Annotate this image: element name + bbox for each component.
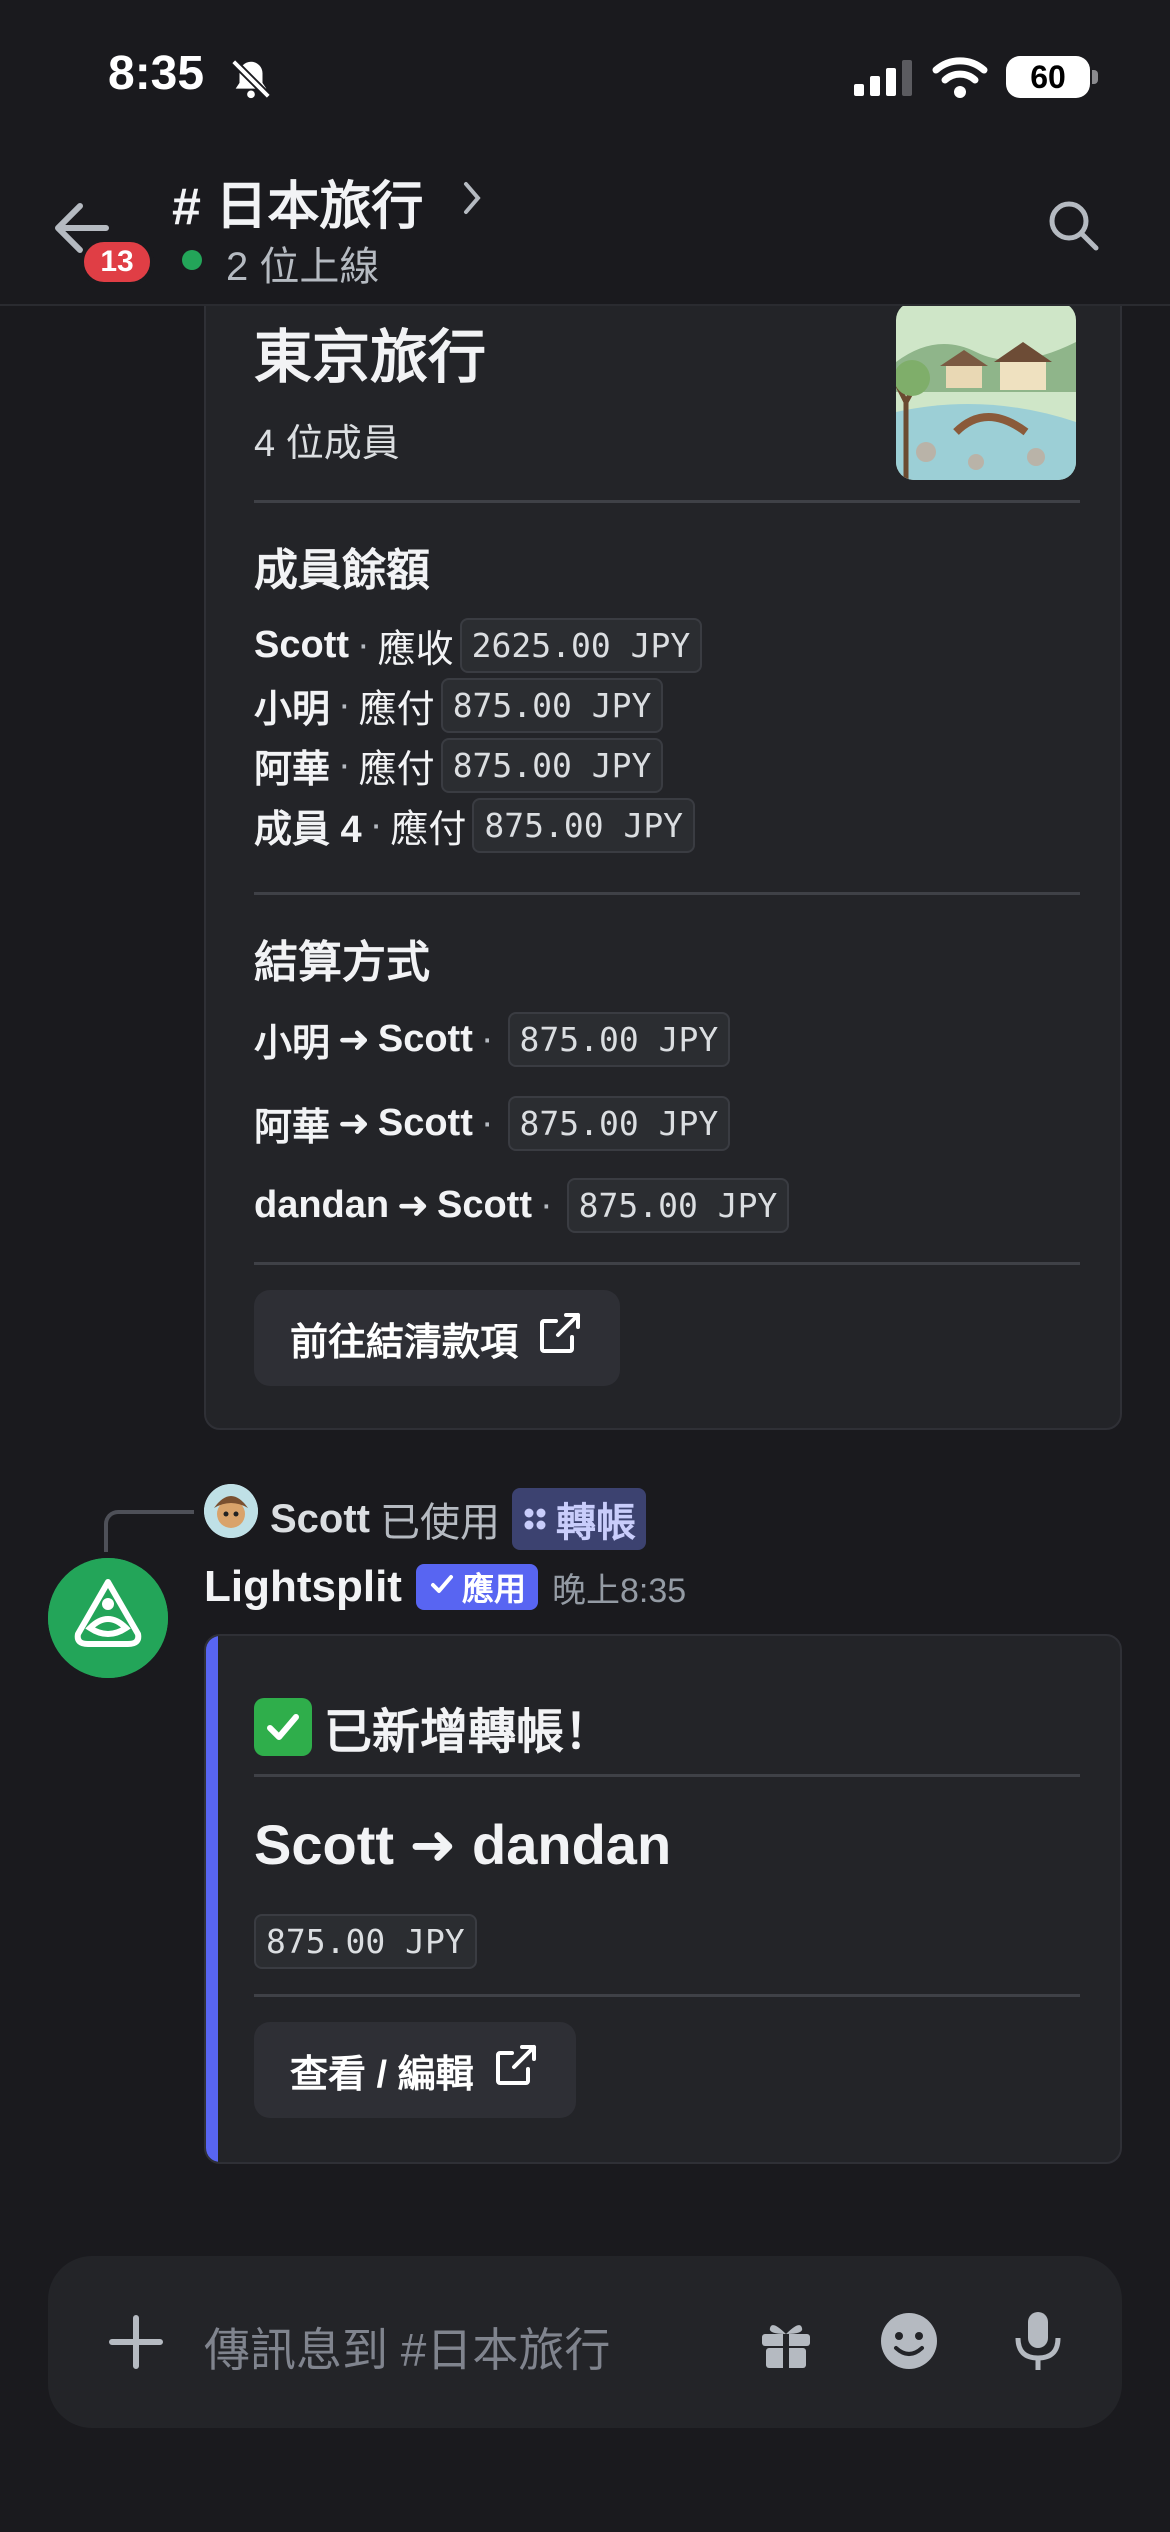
- external-link-icon: [536, 1309, 584, 1367]
- status-bar: 8:35 60: [0, 0, 1170, 150]
- embed-accent-bar: [206, 1636, 218, 2162]
- transfer-embed: 已新增轉帳！ Scott ➜ dandan 875.00 JPY 查看 / 編輯: [204, 1634, 1122, 2164]
- external-link-icon: [492, 2041, 540, 2099]
- separator-dot: ·: [539, 1184, 553, 1226]
- checkmark-icon: [428, 1569, 456, 1606]
- divider: [254, 892, 1080, 895]
- balance-action: 應收: [377, 629, 454, 671]
- payee-name: Scott: [377, 1102, 473, 1144]
- balance-row: Scott · 應收 2625.00 JPY: [254, 618, 703, 673]
- amount-code: 875.00 JPY: [566, 1178, 790, 1233]
- member-name: Scott: [254, 624, 349, 666]
- payer-name: 阿華: [254, 1107, 331, 1149]
- member-name: 阿華: [254, 749, 331, 791]
- used-text: 已使用: [380, 1501, 500, 1545]
- go-settle-button[interactable]: 前往結清款項: [254, 1290, 621, 1386]
- user-avatar-small[interactable]: [204, 1484, 258, 1538]
- transfer-embed-title: 已新增轉帳！: [254, 1692, 612, 1762]
- settlement-row: dandan ➜ Scott · 875.00 JPY: [254, 1178, 790, 1233]
- member-count: 4 位成員: [254, 423, 400, 465]
- payer-name: 小明: [254, 1023, 331, 1065]
- message-timestamp: 晚上8:35: [551, 1571, 687, 1610]
- trip-title: 東京旅行: [254, 325, 487, 390]
- view-edit-label: 查看 / 編輯: [290, 2053, 474, 2096]
- view-edit-button[interactable]: 查看 / 編輯: [254, 2022, 576, 2118]
- amount-code: 875.00 JPY: [254, 1914, 477, 1969]
- divider: [254, 500, 1080, 503]
- command-reference[interactable]: Scott 已使用 轉帳: [270, 1488, 646, 1550]
- channel-title[interactable]: # 日本旅行: [172, 164, 423, 239]
- check-mark-icon: [254, 1698, 312, 1756]
- chevron-right-icon[interactable]: [458, 178, 486, 223]
- balance-action: 應付: [358, 749, 435, 791]
- amount-code: 875.00 JPY: [507, 1012, 731, 1067]
- balance-action: 應付: [390, 809, 467, 851]
- arrow-icon: ➜: [338, 1019, 370, 1061]
- online-status-dot: [182, 250, 202, 270]
- amount-code: 875.00 JPY: [440, 678, 664, 733]
- divider: [254, 1994, 1080, 1997]
- amount-code: 2625.00 JPY: [459, 618, 703, 673]
- gift-icon[interactable]: [756, 2312, 816, 2377]
- app-command-icon: [522, 1497, 548, 1542]
- separator-dot: ·: [369, 804, 383, 846]
- emoji-icon[interactable]: [878, 2310, 940, 2377]
- app-tag-label: 應用: [461, 1571, 526, 1607]
- transfer-amount-row: 875.00 JPY: [254, 1914, 477, 1969]
- battery-tip: [1092, 70, 1098, 84]
- reply-username: Scott: [270, 1496, 370, 1541]
- amount-code: 875.00 JPY: [440, 738, 664, 793]
- trip-summary-embed: 東京旅行 4 位成員 成員餘額 Scott · 應收 2625.00 JPY 小明 · 應…: [204, 220, 1122, 1430]
- status-time: 8:35: [108, 47, 205, 100]
- cellular-signal-icon: [852, 58, 916, 103]
- separator-dot: ·: [480, 1018, 494, 1060]
- bot-avatar[interactable]: [48, 1558, 168, 1678]
- balance-row: 阿華 · 應付 875.00 JPY: [254, 738, 664, 793]
- settlement-title: 結算方式: [254, 938, 430, 987]
- search-icon[interactable]: [1044, 196, 1104, 261]
- bot-name[interactable]: Lightsplit: [204, 1562, 402, 1612]
- online-count: 2 位上線: [226, 245, 380, 289]
- app-tag: 應用: [415, 1564, 538, 1610]
- balance-action: 應付: [358, 689, 435, 731]
- go-settle-label: 前往結清款項: [290, 1321, 519, 1364]
- payee-name: Scott: [436, 1184, 532, 1226]
- divider: [254, 1774, 1080, 1777]
- wifi-icon: [932, 54, 988, 103]
- divider: [254, 1262, 1080, 1265]
- separator-dot: ·: [338, 744, 351, 786]
- separator-dot: ·: [338, 684, 351, 726]
- transfer-parties: Scott ➜ dandan: [254, 1813, 672, 1876]
- message-input[interactable]: 傳訊息到 #日本旅行: [204, 2314, 610, 2380]
- settlement-row: 小明 ➜ Scott · 875.00 JPY: [254, 1012, 731, 1067]
- separator-dot: ·: [357, 624, 370, 666]
- payer-name: dandan: [254, 1184, 390, 1226]
- command-pill[interactable]: 轉帳: [512, 1488, 646, 1550]
- bell-muted-icon: [228, 56, 274, 107]
- member-name: 成員 4: [254, 809, 362, 851]
- arrow-icon: ➜: [338, 1103, 370, 1145]
- separator-dot: ·: [480, 1102, 494, 1144]
- microphone-icon[interactable]: [1008, 2308, 1068, 2379]
- channel-header: 13 # 日本旅行 2 位上線: [0, 150, 1170, 306]
- amount-code: 875.00 JPY: [507, 1096, 731, 1151]
- trip-thumbnail-image[interactable]: [896, 302, 1076, 480]
- balance-row: 成員 4 · 應付 875.00 JPY: [254, 798, 696, 853]
- member-name: 小明: [254, 689, 331, 731]
- battery-indicator: 60: [1006, 56, 1090, 98]
- balance-row: 小明 · 應付 875.00 JPY: [254, 678, 664, 733]
- arrow-icon: ➜: [397, 1185, 429, 1227]
- transfer-title-text: 已新增轉帳！: [324, 1706, 613, 1759]
- plus-icon[interactable]: [104, 2310, 168, 2379]
- settlement-row: 阿華 ➜ Scott · 875.00 JPY: [254, 1096, 731, 1151]
- unread-badge: 13: [80, 238, 154, 286]
- message-input-bar: 傳訊息到 #日本旅行: [48, 2256, 1122, 2428]
- payee-name: Scott: [377, 1018, 473, 1060]
- message-header: Lightsplit 應用 晚上8:35: [204, 1562, 686, 1612]
- balances-title: 成員餘額: [254, 546, 430, 595]
- reply-connector: [104, 1510, 194, 1552]
- command-name: 轉帳: [556, 1501, 636, 1545]
- amount-code: 875.00 JPY: [472, 798, 696, 853]
